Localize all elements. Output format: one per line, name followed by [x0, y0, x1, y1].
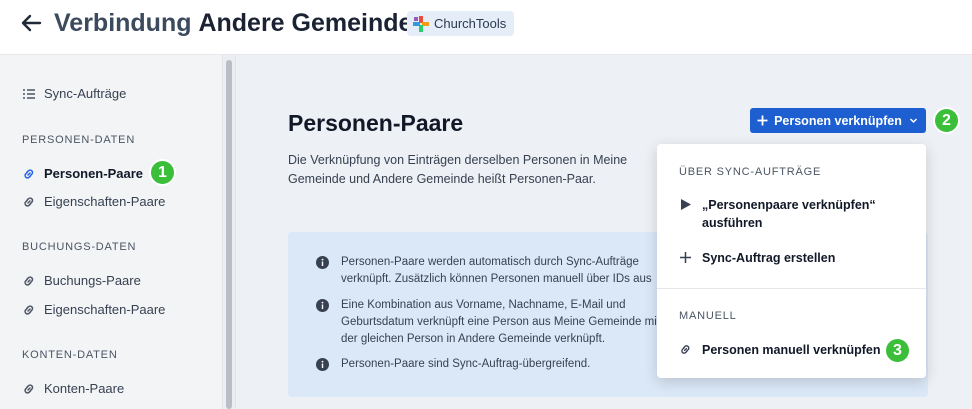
create-sync-job-label: Sync-Auftrag erstellen [702, 251, 836, 265]
section-heading: Personen-Paare [288, 110, 464, 136]
sidebar-item-buchungs-paare[interactable]: Buchungs-Paare [22, 273, 141, 288]
churchtools-badge: ChurchTools [407, 11, 515, 36]
sidebar-scrollbar-thumb[interactable] [226, 60, 232, 409]
info-icon [316, 358, 329, 371]
info-text: Personen-Paare werden automatisch durch … [341, 256, 652, 285]
run-sync-job-label: „Personenpaare verknüpfen“ [702, 198, 876, 212]
sidebar-item-konten-paare[interactable]: Konten-Paare [22, 381, 124, 396]
sidebar-item-label: Eigenschaften-Paare [44, 302, 166, 317]
sidebar-section-title: BUCHUNGS-DATEN [22, 241, 137, 253]
sidebar-item-label: Personen-Paare [44, 166, 143, 181]
info-icon [316, 256, 329, 269]
create-sync-job-item[interactable]: Sync-Auftrag erstellen [679, 249, 835, 267]
sidebar-item-personen-paare[interactable]: Personen-Paare [22, 166, 143, 181]
title-prefix: Verbindung [54, 9, 192, 37]
dropdown-section-title: ÜBER SYNC-AUFTRÄGE [679, 166, 822, 178]
link-icon [24, 168, 34, 179]
section-description: Die Verknüpfung von Einträgen derselben … [288, 153, 628, 186]
sidebar-item-eigenschaften-paare[interactable]: Eigenschaften-Paare [22, 194, 165, 209]
dropdown-divider [657, 288, 926, 289]
info-text: Personen-Paare sind Sync-Auftrag-übergre… [341, 358, 591, 370]
run-sync-job-label-cont: ausführen [702, 216, 763, 230]
list-icon [23, 88, 35, 99]
link-icon [681, 345, 690, 354]
sidebar-section-title: PERSONEN-DATEN [22, 134, 136, 146]
sidebar-item-label: Konten-Paare [44, 381, 125, 396]
callout-badge-1: 1 [149, 159, 176, 186]
manual-link-item[interactable]: Personen manuell verknüpfen [679, 341, 881, 359]
title-entity: Andere Gemeinde [198, 9, 413, 37]
back-arrow-icon[interactable] [20, 12, 42, 34]
callout-badge-2: 2 [933, 107, 960, 134]
info-icon [316, 299, 329, 312]
manual-link-label: Personen manuell verknüpfen [702, 343, 881, 357]
callout-badge-3: 3 [884, 337, 911, 364]
info-text: Eine Kombination aus Vorname, Nachname, … [341, 299, 660, 345]
link-icon [24, 275, 34, 286]
sidebar-item-label: Eigenschaften-Paare [44, 194, 166, 209]
link-persons-button-label: Personen verknüpfen [774, 113, 902, 128]
run-sync-job-item[interactable]: „Personenpaare verknüpfen“ ausführen [679, 196, 876, 232]
page-title: Verbindung Andere Gemeinde [54, 8, 412, 38]
plus-icon [680, 252, 691, 263]
info-item: Personen-Paare sind Sync-Auftrag-übergre… [316, 356, 661, 373]
info-item: Personen-Paare werden automatisch durch … [316, 254, 661, 288]
link-icon [24, 196, 34, 207]
sidebar-item-label: Buchungs-Paare [44, 273, 141, 288]
sidebar-item-buchungs-eigenschaften-paare[interactable]: Eigenschaften-Paare [22, 302, 165, 317]
link-icon [24, 304, 34, 315]
churchtools-badge-label: ChurchTools [434, 16, 507, 31]
link-persons-button[interactable]: Personen verknüpfen [750, 108, 926, 133]
info-item: Eine Kombination aus Vorname, Nachname, … [316, 297, 661, 348]
page-header: Verbindung Andere Gemeinde ChurchTools [0, 0, 972, 55]
play-icon [681, 199, 691, 210]
sidebar-item-sync-jobs[interactable]: Sync-Aufträge [22, 86, 126, 101]
plus-icon [757, 115, 768, 126]
sidebar-item-label: Sync-Aufträge [44, 86, 127, 101]
chevron-down-icon [909, 118, 917, 124]
sidebar-section-title: KONTEN-DATEN [22, 349, 118, 361]
dropdown-section-title: MANUELL [679, 310, 737, 322]
churchtools-logo-icon [413, 15, 429, 32]
link-icon [24, 383, 34, 394]
